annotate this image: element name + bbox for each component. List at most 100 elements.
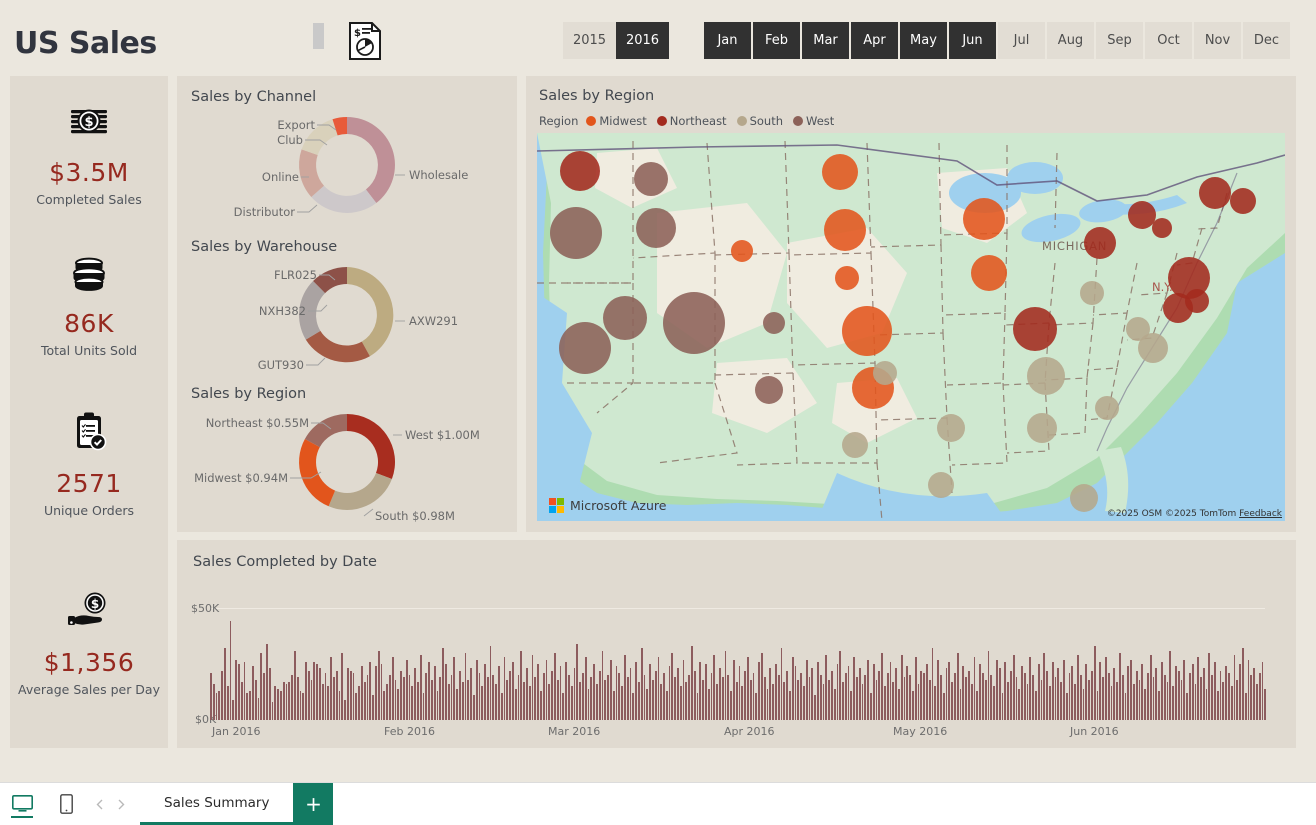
- bar[interactable]: [537, 664, 540, 720]
- bar[interactable]: [962, 666, 965, 720]
- bar[interactable]: [772, 684, 774, 720]
- bar[interactable]: [1037, 664, 1040, 720]
- bar[interactable]: [1214, 661, 1216, 720]
- bar[interactable]: [425, 672, 428, 720]
- bar[interactable]: [1040, 679, 1043, 720]
- bar[interactable]: [565, 661, 567, 720]
- bar[interactable]: [523, 681, 526, 720]
- bar[interactable]: [1205, 688, 1208, 720]
- bar[interactable]: [1138, 679, 1141, 720]
- bar[interactable]: [1096, 690, 1099, 720]
- bar[interactable]: [319, 668, 321, 720]
- bar[interactable]: [612, 690, 615, 720]
- bar[interactable]: [559, 666, 562, 720]
- bar[interactable]: [324, 672, 327, 720]
- bar[interactable]: [464, 652, 467, 720]
- bar[interactable]: [825, 655, 828, 720]
- map-bubble[interactable]: [1027, 357, 1065, 395]
- map-bubble[interactable]: [731, 240, 753, 262]
- bar[interactable]: [456, 688, 458, 720]
- bar[interactable]: [629, 668, 632, 720]
- bar[interactable]: [444, 664, 447, 720]
- bar[interactable]: [1228, 672, 1230, 720]
- slicer-year-2015[interactable]: 2015: [563, 22, 616, 59]
- bar[interactable]: [1105, 657, 1107, 720]
- chart-sales-by-region-donut[interactable]: Sales by Region Northeast $0.55M Midwest…: [177, 386, 517, 526]
- bar[interactable]: [1233, 655, 1236, 720]
- bar[interactable]: [305, 661, 307, 720]
- bar[interactable]: [668, 666, 671, 720]
- bar[interactable]: [688, 675, 691, 720]
- bar[interactable]: [243, 661, 246, 720]
- bar[interactable]: [651, 679, 654, 720]
- desktop-view-button[interactable]: [0, 783, 44, 825]
- bar[interactable]: [397, 688, 400, 720]
- bar[interactable]: [839, 650, 842, 720]
- bar[interactable]: [383, 690, 386, 720]
- bar[interactable]: [237, 664, 240, 720]
- bar[interactable]: [450, 675, 453, 720]
- bar[interactable]: [321, 684, 324, 720]
- bar[interactable]: [416, 681, 419, 720]
- bar[interactable]: [1144, 688, 1146, 720]
- bar[interactable]: [556, 679, 559, 720]
- bar[interactable]: [814, 695, 816, 720]
- bar[interactable]: [1174, 666, 1177, 720]
- bar[interactable]: [419, 655, 422, 720]
- bar[interactable]: [1001, 693, 1004, 720]
- bar[interactable]: [906, 666, 909, 720]
- bar[interactable]: [1211, 675, 1214, 720]
- bar[interactable]: [251, 666, 254, 720]
- bar[interactable]: [844, 672, 847, 720]
- bar[interactable]: [430, 679, 433, 720]
- kpi-card-unique-orders[interactable]: 2571 Unique Orders: [10, 409, 168, 518]
- mobile-view-button[interactable]: [44, 783, 88, 825]
- bar[interactable]: [470, 668, 472, 720]
- bar[interactable]: [707, 688, 710, 720]
- bar[interactable]: [660, 684, 663, 720]
- bar[interactable]: [909, 675, 912, 720]
- bar[interactable]: [579, 681, 581, 720]
- bar[interactable]: [900, 655, 903, 720]
- bar[interactable]: [352, 672, 355, 720]
- bar[interactable]: [590, 677, 593, 720]
- bar[interactable]: [257, 697, 260, 720]
- month-slicer[interactable]: Jan Feb Mar Apr May Jun Jul Aug Sep Oct …: [704, 22, 1290, 59]
- bar[interactable]: [791, 657, 794, 720]
- bar[interactable]: [475, 659, 478, 720]
- bar[interactable]: [682, 659, 685, 720]
- bar[interactable]: [646, 688, 649, 720]
- bar[interactable]: [626, 677, 629, 720]
- bar[interactable]: [923, 672, 925, 720]
- bar[interactable]: [277, 688, 279, 720]
- bar[interactable]: [1007, 681, 1009, 720]
- bar[interactable]: [984, 679, 987, 720]
- map-bubble[interactable]: [636, 208, 676, 248]
- slicer-month-mar[interactable]: Mar: [802, 22, 849, 59]
- bar[interactable]: [1046, 670, 1049, 720]
- bar[interactable]: [1188, 672, 1191, 720]
- bar[interactable]: [573, 668, 576, 720]
- bar[interactable]: [1035, 690, 1037, 720]
- bar[interactable]: [1236, 679, 1239, 720]
- map-bubble[interactable]: [1126, 317, 1150, 341]
- bar[interactable]: [478, 672, 481, 720]
- bar[interactable]: [819, 675, 822, 720]
- map-bubble[interactable]: [824, 209, 866, 251]
- bar[interactable]: [1113, 668, 1116, 720]
- bar[interactable]: [607, 675, 609, 720]
- bar[interactable]: [1183, 659, 1186, 720]
- bar[interactable]: [1155, 668, 1158, 720]
- bar[interactable]: [1132, 684, 1135, 720]
- toolbar-handle[interactable]: [313, 23, 324, 49]
- bar[interactable]: [433, 666, 436, 720]
- bar[interactable]: [545, 659, 548, 720]
- bar[interactable]: [783, 681, 786, 720]
- map-bubble[interactable]: [1185, 289, 1209, 313]
- prev-page-button[interactable]: [88, 783, 110, 825]
- map-bubble[interactable]: [873, 361, 897, 385]
- bar[interactable]: [870, 693, 872, 720]
- bar[interactable]: [788, 690, 791, 720]
- bar[interactable]: [347, 668, 349, 720]
- bar[interactable]: [366, 675, 369, 720]
